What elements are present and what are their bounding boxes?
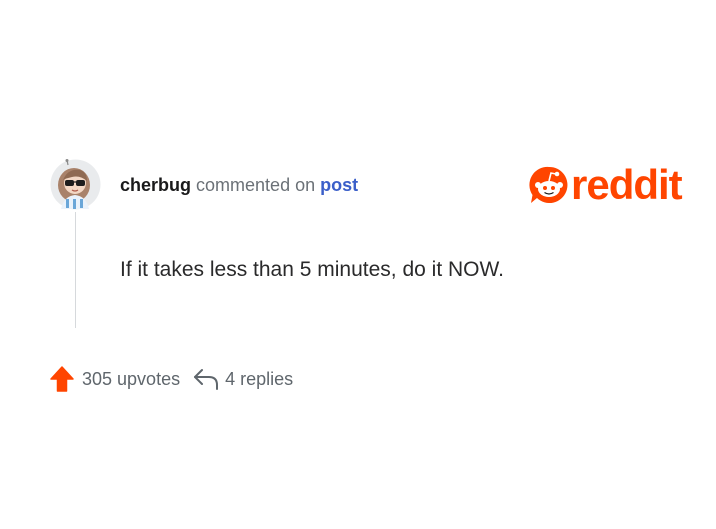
post-link[interactable]: post bbox=[320, 175, 358, 195]
reddit-logo[interactable]: reddit bbox=[529, 161, 683, 208]
upvote-arrow-icon bbox=[50, 366, 74, 392]
reddit-snoo-icon bbox=[529, 166, 568, 203]
reddit-wordmark: reddit bbox=[571, 161, 683, 208]
replies-button[interactable]: 4 replies bbox=[180, 367, 293, 391]
comment-action-text: commented on bbox=[196, 175, 316, 195]
comment-header: cherbug commented on post bbox=[120, 174, 358, 196]
comment-text: If it takes less than 5 minutes, do it N… bbox=[120, 258, 504, 281]
comment-footer: 305 upvotes 4 replies bbox=[50, 364, 293, 394]
reply-count: 4 replies bbox=[225, 368, 294, 389]
upvote-button[interactable]: 305 upvotes bbox=[50, 366, 180, 392]
upvote-count: 305 upvotes bbox=[82, 368, 181, 389]
reply-arrow-icon bbox=[194, 369, 219, 390]
avatar[interactable] bbox=[50, 159, 101, 210]
username-link[interactable]: cherbug bbox=[120, 175, 191, 195]
thread-line[interactable] bbox=[75, 212, 76, 328]
user-avatar-icon bbox=[50, 159, 101, 210]
